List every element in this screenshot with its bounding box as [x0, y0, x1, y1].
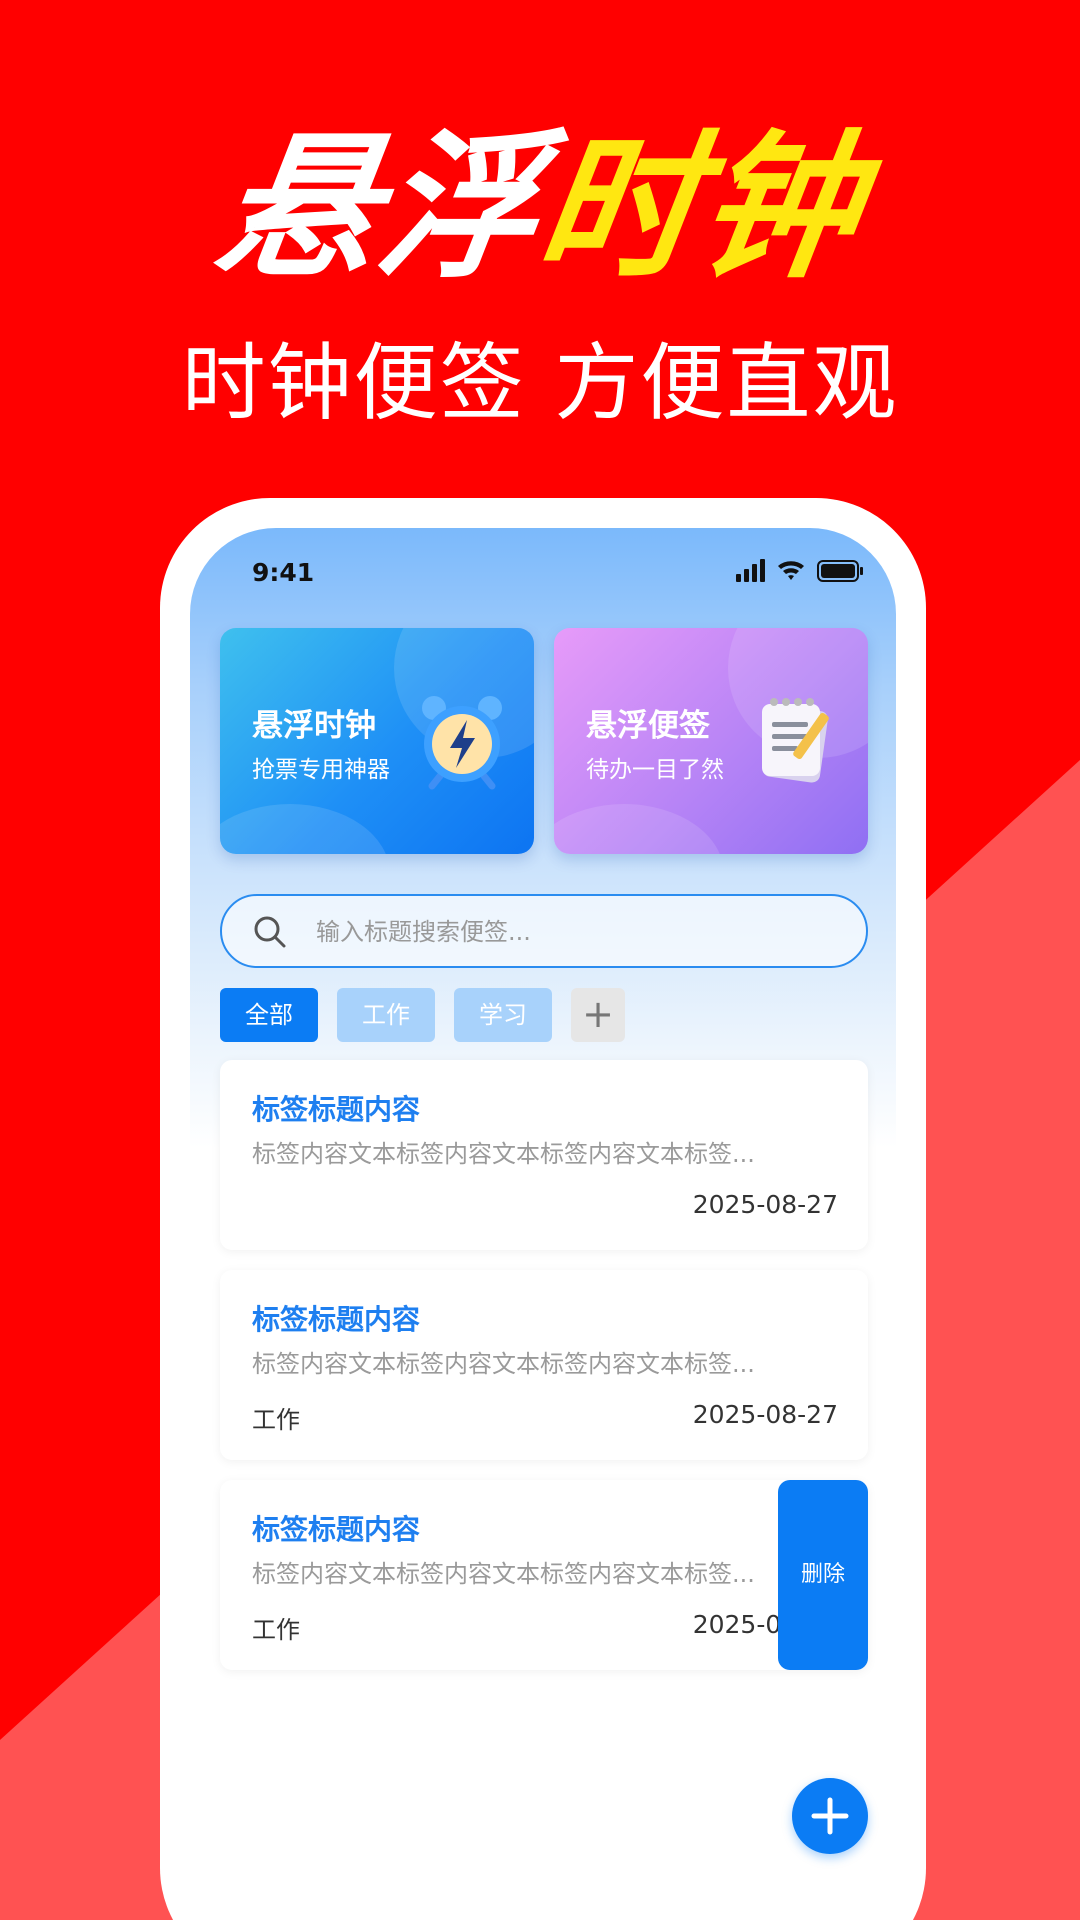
note-tag: 工作: [252, 1406, 300, 1434]
tab-work[interactable]: 工作: [337, 988, 435, 1042]
search-icon: [254, 916, 286, 948]
signal-icon: [736, 559, 765, 582]
card-subtitle: 抢票专用神器: [252, 757, 390, 783]
status-icons: [736, 559, 863, 582]
delete-button[interactable]: 删除: [778, 1480, 868, 1670]
note-tag: 工作: [252, 1616, 300, 1644]
note-card[interactable]: 标签标题内容 标签内容文本标签内容文本标签内容文本标签... 工作 2025-0…: [220, 1270, 868, 1460]
note-body: 标签内容文本标签内容文本标签内容文本标签...: [252, 1350, 755, 1378]
add-category-button[interactable]: +: [571, 988, 625, 1042]
floating-clock-card[interactable]: 悬浮时钟 抢票专用神器: [220, 628, 534, 854]
headline-white-text: 悬浮: [207, 116, 553, 300]
note-body: 标签内容文本标签内容文本标签内容文本标签...: [252, 1140, 755, 1168]
promo-subtitle: 时钟便签 方便直观: [181, 334, 899, 432]
note-card-swiped[interactable]: 标签标题内容 标签内容文本标签内容文本标签内容文本标签... 工作 2025-0…: [220, 1480, 868, 1670]
note-title: 标签标题内容: [252, 1513, 421, 1546]
note-title: 标签标题内容: [252, 1303, 421, 1336]
headline-yellow-text: 时钟: [527, 116, 873, 300]
card-title: 悬浮便签: [586, 708, 710, 744]
notepad-icon: [762, 698, 829, 783]
note-title: 标签标题内容: [252, 1093, 421, 1126]
wifi-icon: [778, 561, 804, 580]
battery-icon: [817, 560, 863, 582]
note-card[interactable]: 标签标题内容 标签内容文本标签内容文本标签内容文本标签... 2025-08-2…: [220, 1060, 868, 1250]
card-subtitle: 待办一目了然: [586, 757, 724, 783]
note-body: 标签内容文本标签内容文本标签内容文本标签...: [252, 1560, 755, 1588]
status-bar: 9:41: [190, 528, 896, 612]
promo-headline: 悬浮时钟: [0, 116, 1080, 300]
tab-study[interactable]: 学习: [454, 988, 552, 1042]
alarm-clock-icon: [422, 696, 502, 790]
tab-all[interactable]: 全部: [220, 988, 318, 1042]
note-date: 2025-08-27: [692, 1190, 838, 1219]
search-bar[interactable]: 输入标题搜索便签...: [220, 894, 868, 968]
app-screen: 9:41 悬浮时钟 抢票专用神器 悬浮便签 待办一目了然 输入标题搜索便签...…: [190, 528, 896, 1920]
add-note-button[interactable]: [792, 1778, 868, 1854]
status-time: 9:41: [252, 558, 315, 587]
floating-note-card[interactable]: 悬浮便签 待办一目了然: [554, 628, 868, 854]
plus-icon: [811, 1797, 849, 1835]
card-title: 悬浮时钟: [252, 708, 376, 744]
search-input[interactable]: 输入标题搜索便签...: [316, 914, 531, 950]
note-date: 2025-08-27: [692, 1400, 838, 1429]
